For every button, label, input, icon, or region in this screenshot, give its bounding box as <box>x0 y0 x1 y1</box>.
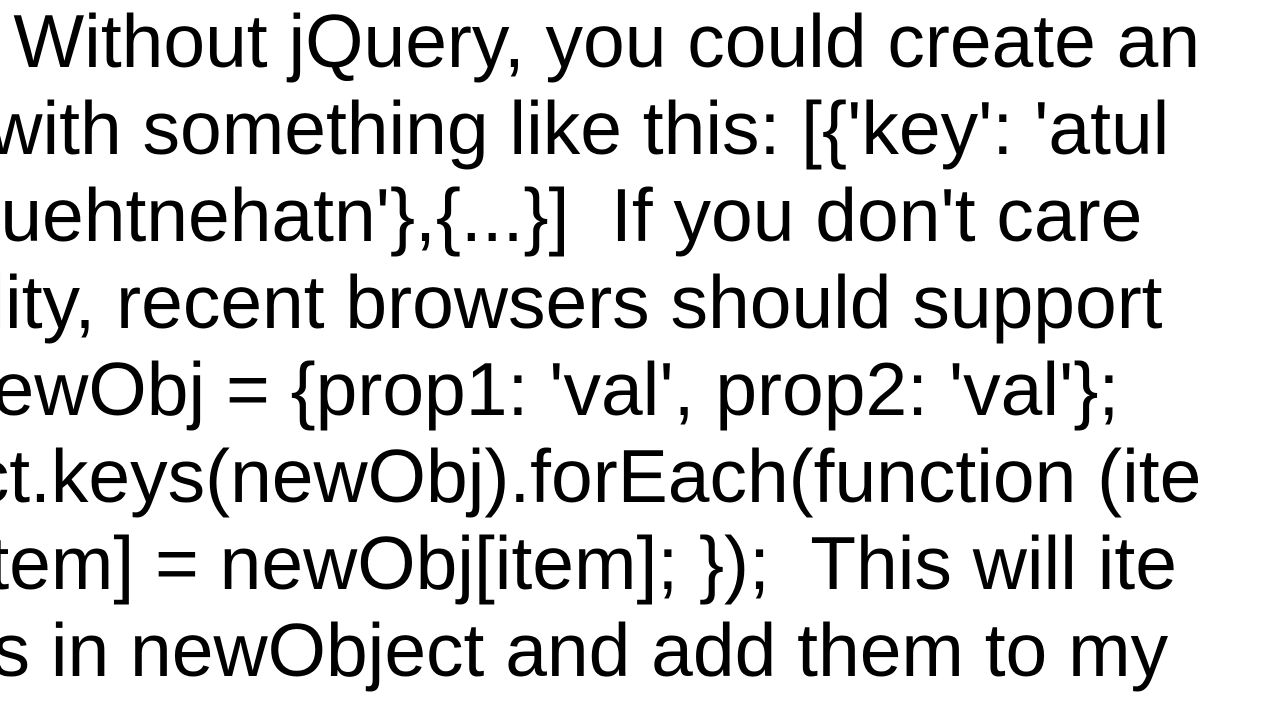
text-line: newObj = {prop1: 'val', prop2: 'val'}; <box>0 347 1119 431</box>
text-line: s with something like this: [{'key': 'at… <box>0 86 1169 170</box>
text-line: 2: Without jQuery, you could create an <box>0 0 1200 83</box>
text-line: ms in newObject and add them to my <box>0 608 1168 692</box>
text-line: t[item] = newObj[item]; }); This will it… <box>0 521 1177 605</box>
text-line: ect.keys(newObj).forEach(function (ite <box>0 434 1201 518</box>
text-line: ': 'uehtnehatn'},{...}] If you don't car… <box>0 173 1142 257</box>
text-line: bility, recent browsers should support <box>0 260 1163 344</box>
document-text-fragment: 2: Without jQuery, you could create an s… <box>0 0 1201 694</box>
